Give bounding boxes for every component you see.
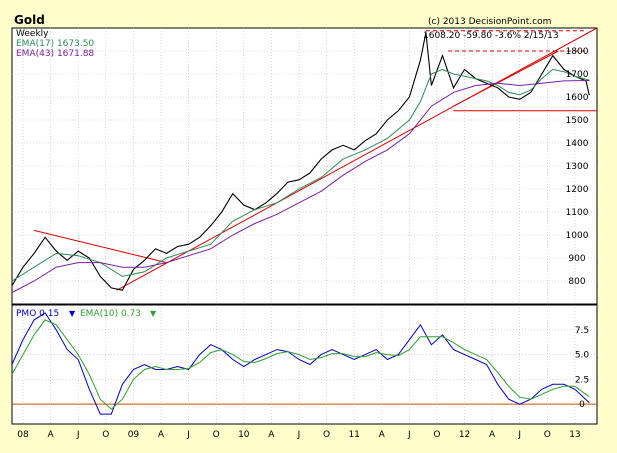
x-tick-label: J [186,430,190,440]
price-y-tick-label: 900 [568,254,585,264]
x-tick-label: 13 [569,430,580,440]
x-tick-label: J [76,430,80,440]
x-tick-label: J [407,430,411,440]
price-y-tick-label: 1700 [566,70,589,80]
price-y-tick-label: 1200 [566,185,589,195]
x-axis: 08 A J O 09 A J O 10 A J O 11 A J O 12 A J O 13 [17,430,580,440]
pmo-ema-down-arrow-icon: ▼ [150,309,157,318]
x-tick-label: J [297,430,301,440]
ema43-legend: EMA(43) 1671.88 [16,49,94,59]
x-tick-label: O [544,430,551,440]
price-y-tick-label: 1400 [566,139,589,149]
x-tick-label: 08 [17,430,29,440]
x-tick-label: A [379,430,386,440]
pmo-y-tick-label: 5.0 [575,351,590,361]
price-y-tick-label: 800 [568,277,585,287]
price-y-tick-label: 1300 [566,162,589,172]
x-tick-label: A [268,430,275,440]
pmo-down-arrow-icon: ▼ [69,309,76,318]
pmo-y-tick-label: 0 [579,400,585,410]
price-y-tick-label: 1800 [566,47,589,57]
copyright-text: (c) 2013 DecisionPoint.com [428,17,551,27]
period-label: Weekly [16,29,49,39]
pmo-legend: PMO 0.15 [16,309,59,319]
x-tick-label: A [48,430,55,440]
x-tick-label: 12 [459,430,470,440]
ema17-legend: EMA(17) 1673.50 [16,39,94,49]
x-tick-label: O [102,430,109,440]
chart-title: Gold [14,13,45,27]
price-y-tick-label: 1000 [566,231,589,241]
latest-quote: 1608.20 -59.80 -3.6% 2/15/13 [423,31,559,41]
x-tick-label: O [433,430,440,440]
x-tick-label: O [323,430,330,440]
x-tick-label: A [158,430,165,440]
pmo-ema-legend: EMA(10) 0.73 [80,309,141,319]
x-tick-label: 09 [128,430,140,440]
price-y-tick-label: 1100 [566,208,589,218]
price-y-tick-label: 1600 [566,93,589,103]
pmo-y-tick-label: 7.5 [575,326,589,336]
price-y-tick-label: 1500 [566,116,589,126]
x-tick-label: O [213,430,220,440]
pmo-panel [11,304,598,425]
x-tick-label: 11 [348,430,359,440]
x-tick-label: 10 [238,430,250,440]
pmo-y-tick-label: 2.5 [575,375,589,385]
x-tick-label: J [517,430,521,440]
x-tick-label: A [489,430,496,440]
chart-frame: Gold (c) 2013 DecisionPoint.com 800 900 10… [11,13,598,440]
